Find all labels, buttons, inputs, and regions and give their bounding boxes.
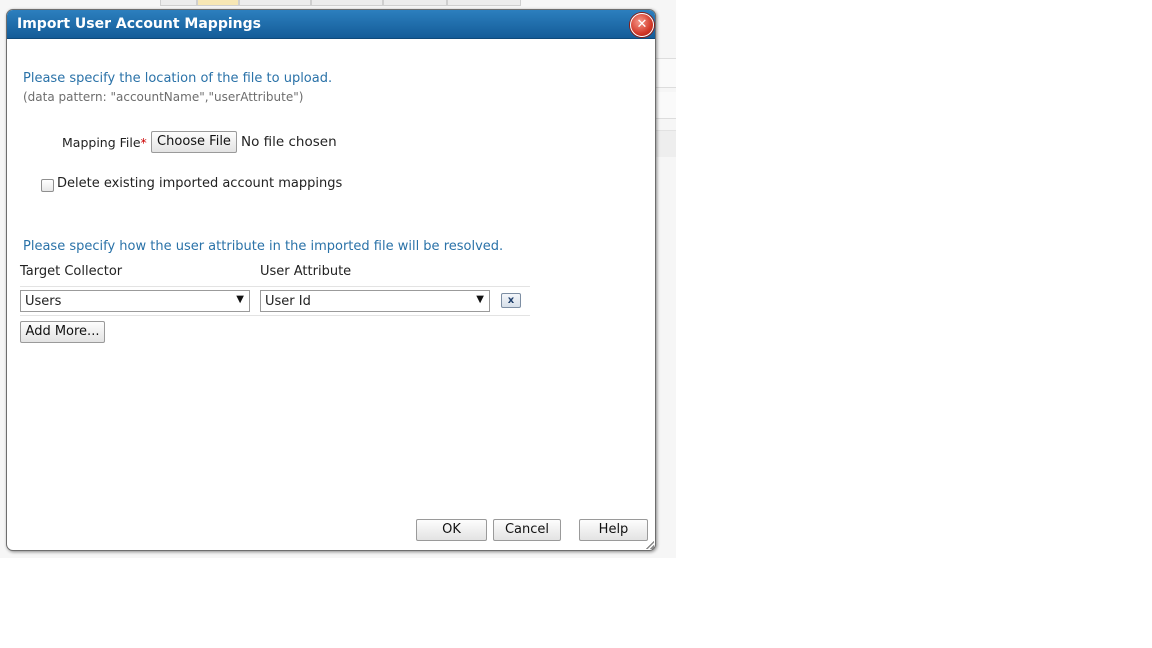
dialog-title: Import User Account Mappings	[17, 16, 261, 32]
mapping-file-label: Mapping File*:	[62, 135, 154, 150]
column-header-user-attribute: User Attribute	[260, 264, 352, 279]
add-more-button[interactable]: Add More...	[20, 321, 105, 343]
remove-row-button[interactable]: x	[501, 293, 521, 308]
dialog-titlebar[interactable]: Import User Account Mappings ✕	[7, 10, 655, 39]
chevron-down-icon: ▼	[476, 294, 484, 305]
background-tab	[447, 0, 521, 6]
background-tab	[311, 0, 383, 6]
user-attribute-select[interactable]: User Id ▼	[260, 290, 490, 312]
resolve-instruction: Please specify how the user attribute in…	[23, 239, 504, 254]
column-header-target-collector: Target Collector	[20, 264, 123, 279]
mapping-file-label-text: Mapping File	[62, 135, 141, 150]
data-pattern-hint: (data pattern: "accountName","userAttrib…	[23, 90, 304, 104]
file-status: No file chosen	[241, 134, 337, 150]
target-collector-value: Users	[25, 294, 62, 309]
delete-mappings-checkbox[interactable]	[41, 179, 54, 192]
file-instruction: Please specify the location of the file …	[23, 71, 333, 86]
target-collector-select[interactable]: Users ▼	[20, 290, 250, 312]
row-divider	[20, 286, 530, 287]
resize-grip-icon[interactable]	[646, 541, 654, 549]
background-tab	[383, 0, 447, 6]
background-tab	[239, 0, 311, 6]
background-tabs	[160, 0, 521, 6]
close-icon[interactable]: ✕	[630, 13, 654, 37]
delete-mappings-label[interactable]: Delete existing imported account mapping…	[57, 176, 342, 191]
cancel-button[interactable]: Cancel	[493, 519, 561, 541]
background-tab	[197, 0, 239, 6]
required-marker: *	[140, 135, 147, 150]
choose-file-button[interactable]: Choose File	[151, 131, 237, 153]
help-button[interactable]: Help	[579, 519, 648, 541]
chevron-down-icon: ▼	[236, 294, 244, 305]
import-mappings-dialog: Import User Account Mappings ✕ Please sp…	[6, 9, 656, 551]
ok-button[interactable]: OK	[416, 519, 487, 541]
row-divider	[20, 315, 530, 316]
user-attribute-value: User Id	[265, 294, 311, 309]
background-header-row	[655, 92, 676, 119]
background-tab	[160, 0, 197, 6]
background-toolbar	[655, 58, 676, 88]
background-row	[655, 130, 676, 157]
